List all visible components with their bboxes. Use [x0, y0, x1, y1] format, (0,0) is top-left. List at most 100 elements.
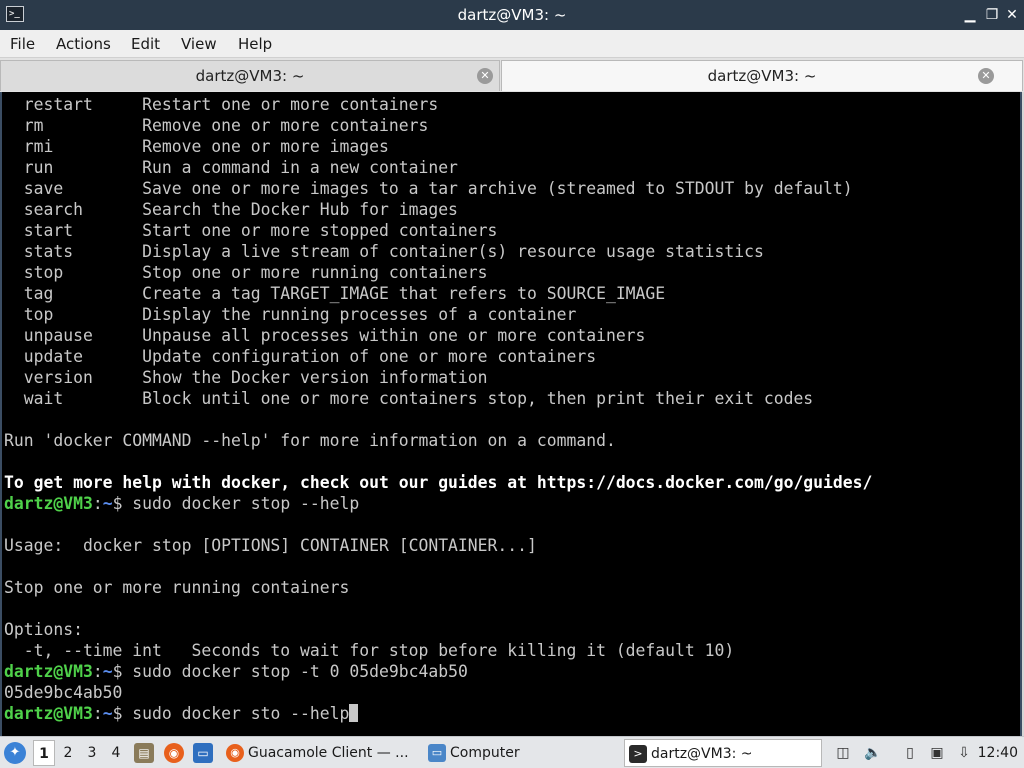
window-titlebar[interactable]: >_ dartz@VM3: ~ ▁ ❐ ✕	[0, 0, 1024, 30]
terminal-line: save Save one or more images to a tar ar…	[4, 178, 872, 199]
prompt-command: $ sudo docker sto --help	[112, 704, 350, 723]
terminal-line: 05de9bc4ab50	[4, 682, 872, 703]
menu-help[interactable]: Help	[238, 30, 272, 58]
clipboard-icon[interactable]: ▯	[901, 744, 919, 762]
workspace-1[interactable]: 1	[33, 740, 55, 766]
terminal-line: restart Restart one or more containers	[4, 94, 872, 115]
terminal-line: search Search the Docker Hub for images	[4, 199, 872, 220]
tab-bar: dartz@VM3: ~ ✕ dartz@VM3: ~ ✕	[0, 58, 1024, 92]
terminal-text: wait Block until one or more containers …	[4, 389, 814, 408]
terminal-text: run Run a command in a new container	[4, 158, 458, 177]
terminal-line: version Show the Docker version informat…	[4, 367, 872, 388]
folder-icon: ▭	[428, 744, 446, 762]
clock[interactable]: 12:40	[978, 737, 1018, 768]
tab-terminal-1[interactable]: dartz@VM3: ~ ✕	[0, 60, 500, 91]
terminal-line: stats Display a live stream of container…	[4, 241, 872, 262]
tab-label: dartz@VM3: ~	[195, 67, 305, 85]
menu-actions[interactable]: Actions	[56, 30, 111, 58]
workspace-3[interactable]: 3	[81, 740, 103, 766]
terminal-line: Options:	[4, 619, 872, 640]
file-manager-icon[interactable]: ▤	[134, 743, 154, 763]
terminal-text: version Show the Docker version informat…	[4, 368, 488, 387]
menu-view[interactable]: View	[181, 30, 217, 58]
terminal-text: search Search the Docker Hub for images	[4, 200, 458, 219]
terminal-line: tag Create a tag TARGET_IMAGE that refer…	[4, 283, 872, 304]
prompt-command: $ sudo docker stop --help	[112, 494, 360, 513]
task-label: Guacamole Client — ...	[248, 745, 409, 761]
terminal-cursor	[349, 704, 359, 722]
terminal-text: stats Display a live stream of container…	[4, 242, 764, 261]
task-label: Computer	[450, 745, 520, 761]
notifications-icon[interactable]: ◫	[834, 744, 852, 762]
terminal-text: save Save one or more images to a tar ar…	[4, 179, 853, 198]
menu-edit[interactable]: Edit	[131, 30, 160, 58]
firefox-icon: ◉	[226, 744, 244, 762]
terminal-text: unpause Unpause all processes within one…	[4, 326, 646, 345]
terminal-line: rmi Remove one or more images	[4, 136, 872, 157]
prompt-user: dartz@VM3	[4, 662, 93, 681]
terminal-line: stop Stop one or more running containers	[4, 262, 872, 283]
window-title: dartz@VM3: ~	[457, 6, 567, 24]
close-icon[interactable]: ✕	[1004, 7, 1020, 23]
task-label: dartz@VM3: ~	[651, 746, 753, 762]
maximize-icon[interactable]: ❐	[984, 7, 1000, 23]
terminal-text: Run 'docker COMMAND --help' for more inf…	[4, 431, 616, 450]
update-icon[interactable]: ⇩	[955, 744, 973, 762]
terminal-line: unpause Unpause all processes within one…	[4, 325, 872, 346]
terminal-text: 05de9bc4ab50	[4, 683, 123, 702]
terminal-line: To get more help with docker, check out …	[4, 472, 872, 493]
minimize-icon[interactable]: ▁	[962, 7, 978, 23]
terminal-line: Usage: docker stop [OPTIONS] CONTAINER […	[4, 535, 872, 556]
workspace-4[interactable]: 4	[105, 740, 127, 766]
prompt-path: ~	[102, 494, 113, 513]
terminal-text: Stop one or more running containers	[4, 578, 350, 597]
terminal-line: top Display the running processes of a c…	[4, 304, 872, 325]
terminal-text: top Display the running processes of a c…	[4, 305, 577, 324]
terminal-line: update Update configuration of one or mo…	[4, 346, 872, 367]
prompt-user: dartz@VM3	[4, 494, 93, 513]
terminal-prompt-line: dartz@VM3:~$ sudo docker sto --help	[4, 703, 872, 724]
terminal-output: restart Restart one or more containers r…	[4, 94, 872, 724]
terminal-line: run Run a command in a new container	[4, 157, 872, 178]
terminal-line: start Start one or more stopped containe…	[4, 220, 872, 241]
terminal-text: stop Stop one or more running containers	[4, 263, 488, 282]
tab-close-icon[interactable]: ✕	[978, 68, 994, 84]
terminal-line: Stop one or more running containers	[4, 577, 872, 598]
terminal-text: To get more help with docker, check out …	[4, 473, 873, 492]
terminal-prompt-line: dartz@VM3:~$ sudo docker stop --help	[4, 494, 360, 513]
terminal-line: Run 'docker COMMAND --help' for more inf…	[4, 430, 872, 451]
terminal-view[interactable]: restart Restart one or more containers r…	[0, 92, 1022, 736]
menu-bar: File Actions Edit View Help	[0, 30, 1024, 58]
firefox-icon[interactable]: ◉	[164, 743, 184, 763]
network-icon[interactable]: ▣	[928, 744, 946, 762]
terminal-line: -t, --time int Seconds to wait for stop …	[4, 640, 872, 661]
terminal-text: Usage: docker stop [OPTIONS] CONTAINER […	[4, 536, 537, 555]
desktop-icon[interactable]: ▭	[193, 743, 213, 763]
workspace-2[interactable]: 2	[57, 740, 79, 766]
prompt-user: dartz@VM3	[4, 704, 93, 723]
terminal-text: tag Create a tag TARGET_IMAGE that refer…	[4, 284, 666, 303]
terminal-text: Options:	[4, 620, 83, 639]
prompt-command: $ sudo docker stop -t 0 05de9bc4ab50	[112, 662, 468, 681]
terminal-line: wait Block until one or more containers …	[4, 388, 872, 409]
task-terminal[interactable]: > dartz@VM3: ~	[624, 739, 822, 767]
task-computer[interactable]: ▭ Computer	[424, 739, 620, 767]
volume-icon[interactable]: 🔈	[864, 744, 882, 762]
terminal-prompt-line: dartz@VM3:~$ sudo docker stop -t 0 05de9…	[4, 662, 468, 681]
tab-terminal-2[interactable]: dartz@VM3: ~ ✕	[501, 60, 1023, 91]
terminal-text: start Start one or more stopped containe…	[4, 221, 498, 240]
task-guacamole[interactable]: ◉ Guacamole Client — ...	[222, 739, 418, 767]
terminal-text: rm Remove one or more containers	[4, 116, 429, 135]
terminal-text: -t, --time int Seconds to wait for stop …	[4, 641, 735, 660]
tab-close-icon[interactable]: ✕	[477, 68, 493, 84]
menu-file[interactable]: File	[10, 30, 35, 58]
terminal-icon: >	[629, 745, 647, 763]
terminal-text: restart Restart one or more containers	[4, 95, 439, 114]
start-menu-icon[interactable]: ✦	[4, 742, 26, 764]
taskbar: ✦ 1 2 3 4 ▤ ◉ ▭ ◉ Guacamole Client — ...…	[0, 736, 1024, 768]
